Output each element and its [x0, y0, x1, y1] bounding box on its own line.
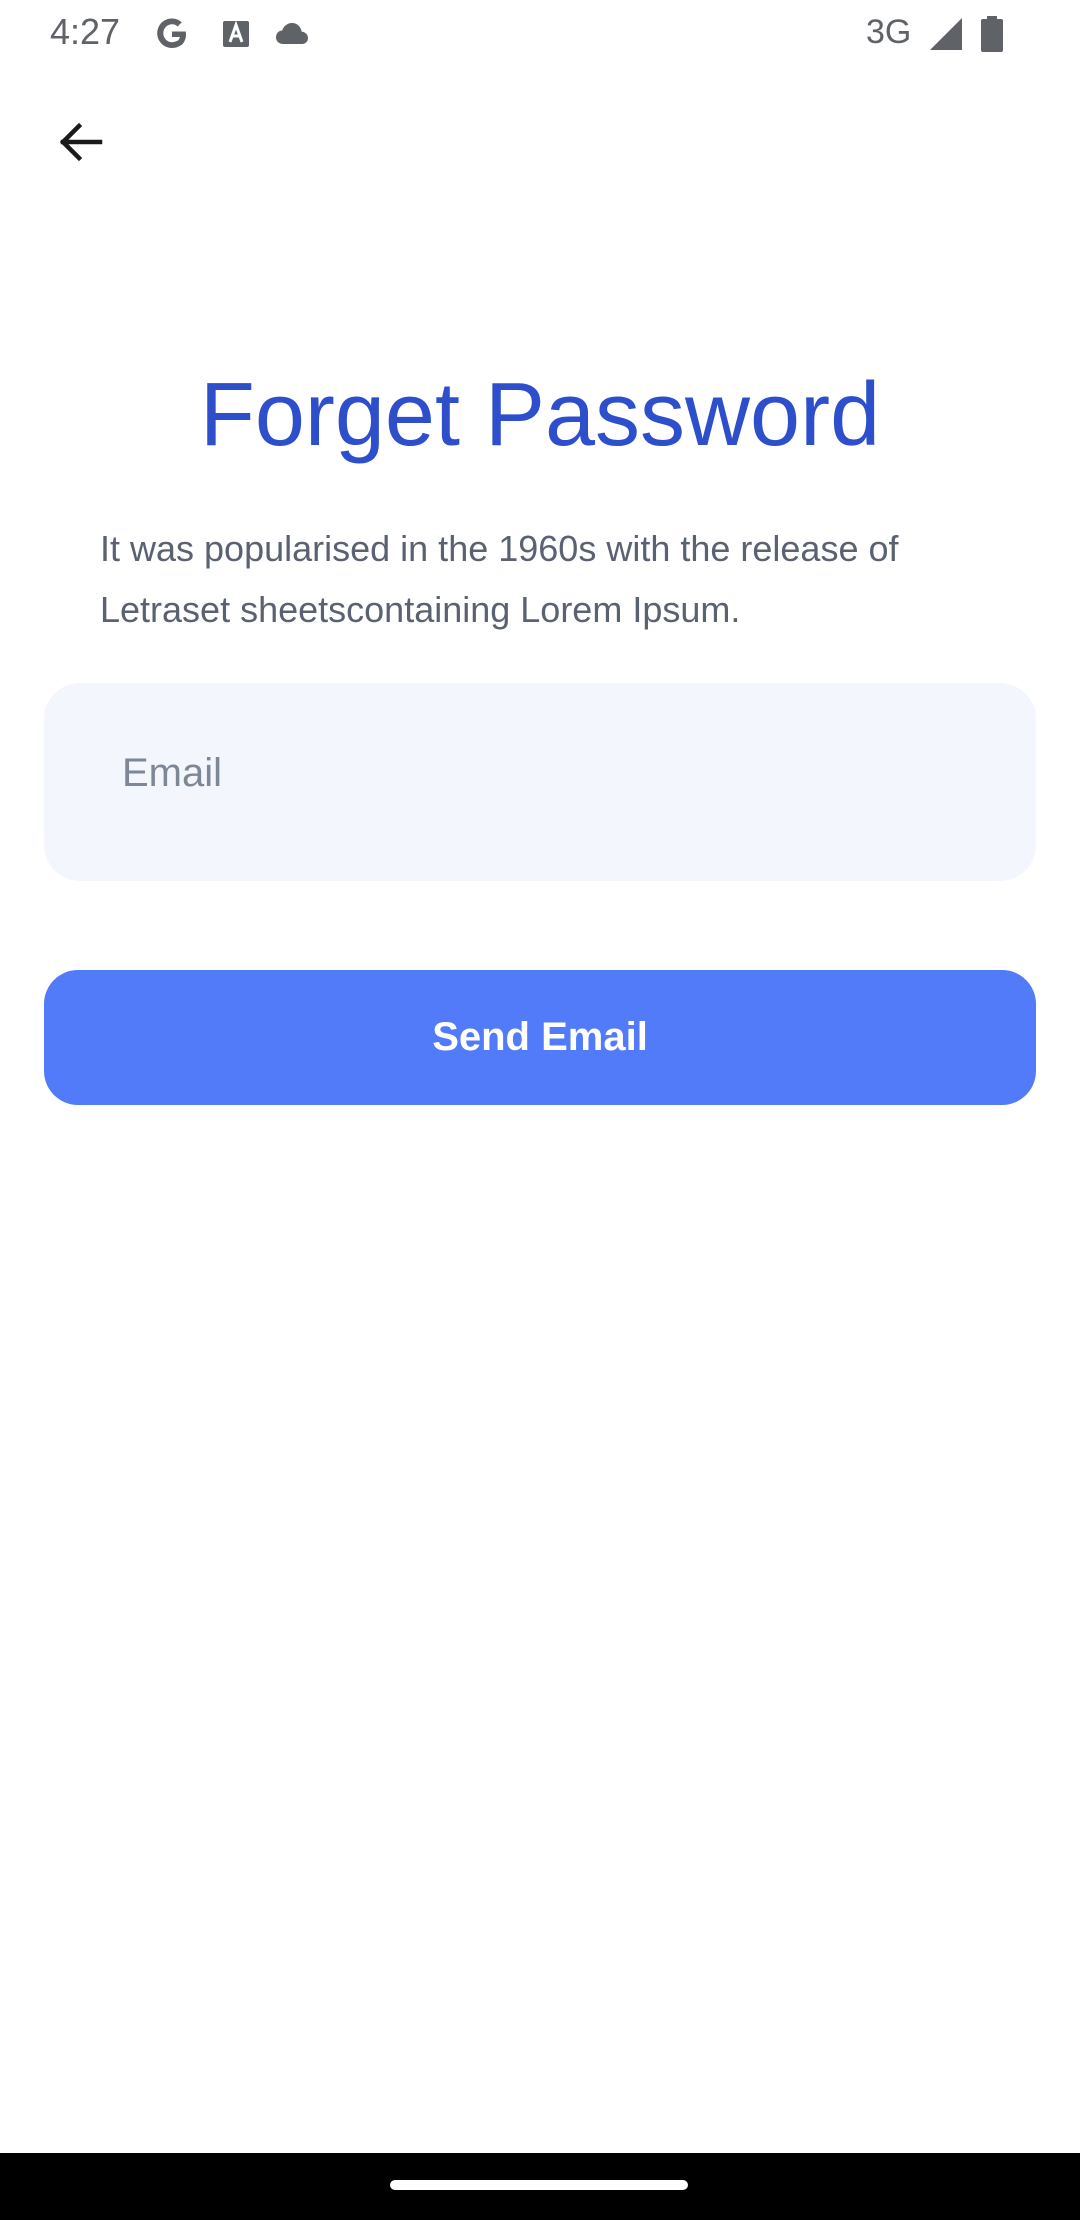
send-email-button[interactable]: Send Email	[44, 970, 1036, 1105]
signal-icon	[926, 14, 966, 54]
page-title: Forget Password	[199, 365, 881, 465]
email-field-container	[44, 683, 1036, 883]
text-a-icon	[216, 14, 256, 54]
back-button[interactable]	[40, 104, 120, 184]
description-text: It was popularised in the 1960s with the…	[100, 528, 899, 630]
google-icon	[152, 14, 192, 54]
network-type: 3G	[866, 13, 912, 51]
status-bar: 4:27 3G	[0, 0, 1080, 66]
battery-icon	[978, 14, 1006, 54]
status-time: 4:27	[50, 11, 121, 52]
home-indicator[interactable]	[390, 2180, 688, 2190]
cloud-icon	[272, 14, 312, 54]
arrow-left-icon	[55, 117, 105, 172]
email-input[interactable]	[44, 683, 1036, 883]
